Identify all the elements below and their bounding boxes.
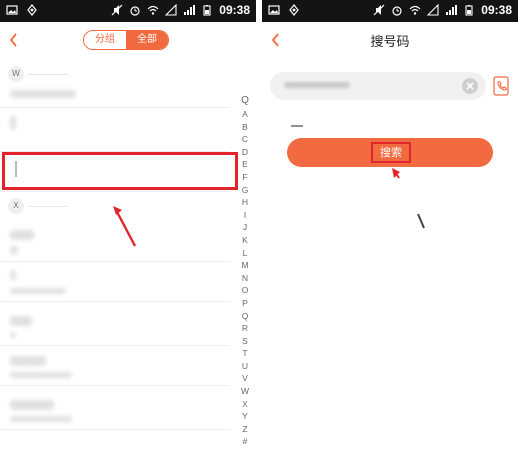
wifi-icon bbox=[147, 5, 159, 15]
section-letter: W bbox=[8, 66, 24, 82]
list-item[interactable] bbox=[0, 346, 230, 386]
signal-icon bbox=[165, 4, 177, 16]
location-icon bbox=[27, 4, 37, 16]
tab-groups[interactable]: 分组 bbox=[84, 31, 126, 49]
tab-all[interactable]: 全部 bbox=[126, 31, 168, 49]
index-letter[interactable]: M bbox=[236, 259, 254, 272]
index-letter[interactable]: S bbox=[236, 335, 254, 348]
list-item[interactable] bbox=[0, 84, 230, 108]
input-value-blurred bbox=[284, 82, 350, 88]
index-letter[interactable]: P bbox=[236, 297, 254, 310]
page-title: 搜号码 bbox=[370, 35, 410, 50]
index-letter[interactable]: B bbox=[236, 121, 254, 134]
index-letter[interactable]: N bbox=[236, 272, 254, 285]
index-letter[interactable]: K bbox=[236, 234, 254, 247]
battery-icon bbox=[465, 5, 473, 16]
index-letter[interactable]: E bbox=[236, 158, 254, 171]
clear-icon[interactable] bbox=[462, 78, 478, 94]
search-button[interactable]: 搜索 bbox=[287, 138, 493, 167]
signal-icon bbox=[427, 4, 439, 16]
gallery-icon bbox=[6, 5, 18, 15]
signal-bars-icon bbox=[446, 5, 458, 15]
list-item[interactable] bbox=[0, 302, 230, 346]
section-letter: X bbox=[8, 198, 24, 214]
index-letter[interactable]: A bbox=[236, 108, 254, 121]
index-letter[interactable]: Y bbox=[236, 410, 254, 423]
index-letter[interactable]: L bbox=[236, 247, 254, 260]
alarm-icon bbox=[130, 6, 140, 16]
annotation-arrow-icon bbox=[392, 168, 425, 229]
mute-icon bbox=[111, 4, 123, 16]
gallery-icon bbox=[268, 5, 280, 15]
search-number-screen: 09:38 搜号码 搜索 bbox=[262, 0, 518, 458]
location-icon bbox=[289, 4, 299, 16]
section-header-x: X bbox=[8, 198, 68, 214]
back-icon[interactable] bbox=[6, 30, 22, 50]
list-item[interactable] bbox=[0, 386, 230, 430]
navbar: 分组 全部 bbox=[0, 22, 256, 58]
index-letter[interactable]: C bbox=[236, 133, 254, 146]
mute-icon bbox=[373, 4, 385, 16]
contacts-screen: 09:38 分组 全部 W X Q A B C D E F G H I J K … bbox=[0, 0, 256, 458]
index-letter[interactable]: I bbox=[236, 209, 254, 222]
index-letter[interactable]: G bbox=[236, 184, 254, 197]
list-item[interactable] bbox=[0, 430, 230, 458]
index-letter[interactable]: Z bbox=[236, 423, 254, 436]
clock: 09:38 bbox=[219, 3, 250, 17]
index-letter[interactable]: V bbox=[236, 372, 254, 385]
status-bar: 09:38 bbox=[0, 0, 256, 22]
index-letter[interactable]: H bbox=[236, 196, 254, 209]
alphabet-index-bar[interactable]: Q A B C D E F G H I J K L M N O P Q R S … bbox=[236, 94, 254, 448]
index-letter[interactable]: U bbox=[236, 360, 254, 373]
list-item[interactable] bbox=[0, 262, 230, 302]
navbar: 搜号码 bbox=[262, 22, 518, 58]
list-item[interactable] bbox=[0, 108, 230, 152]
alarm-icon bbox=[392, 6, 402, 16]
index-letter[interactable]: T bbox=[236, 347, 254, 360]
index-letter[interactable]: Q bbox=[236, 94, 254, 108]
signal-bars-icon bbox=[184, 5, 196, 15]
annotation-arrow-icon bbox=[113, 206, 137, 247]
wifi-icon bbox=[409, 5, 421, 15]
highlighted-contact-row[interactable] bbox=[2, 152, 238, 190]
index-letter[interactable]: W bbox=[236, 385, 254, 398]
status-bar: 09:38 bbox=[262, 0, 518, 22]
search-button-label: 搜索 bbox=[371, 142, 411, 163]
index-letter[interactable]: D bbox=[236, 146, 254, 159]
phone-number-input[interactable] bbox=[270, 72, 486, 100]
section-header-w: W bbox=[8, 66, 68, 82]
index-letter[interactable]: O bbox=[236, 284, 254, 297]
contacts-segment-control: 分组 全部 bbox=[83, 30, 169, 50]
contact-book-icon[interactable] bbox=[492, 76, 510, 96]
index-letter[interactable]: J bbox=[236, 221, 254, 234]
contact-list: W X bbox=[0, 58, 230, 458]
battery-icon bbox=[203, 5, 211, 16]
index-letter[interactable]: Q bbox=[236, 310, 254, 323]
clock: 09:38 bbox=[481, 3, 512, 17]
index-letter[interactable]: X bbox=[236, 398, 254, 411]
index-letter[interactable]: F bbox=[236, 171, 254, 184]
index-letter[interactable]: # bbox=[236, 435, 254, 448]
index-letter[interactable]: R bbox=[236, 322, 254, 335]
